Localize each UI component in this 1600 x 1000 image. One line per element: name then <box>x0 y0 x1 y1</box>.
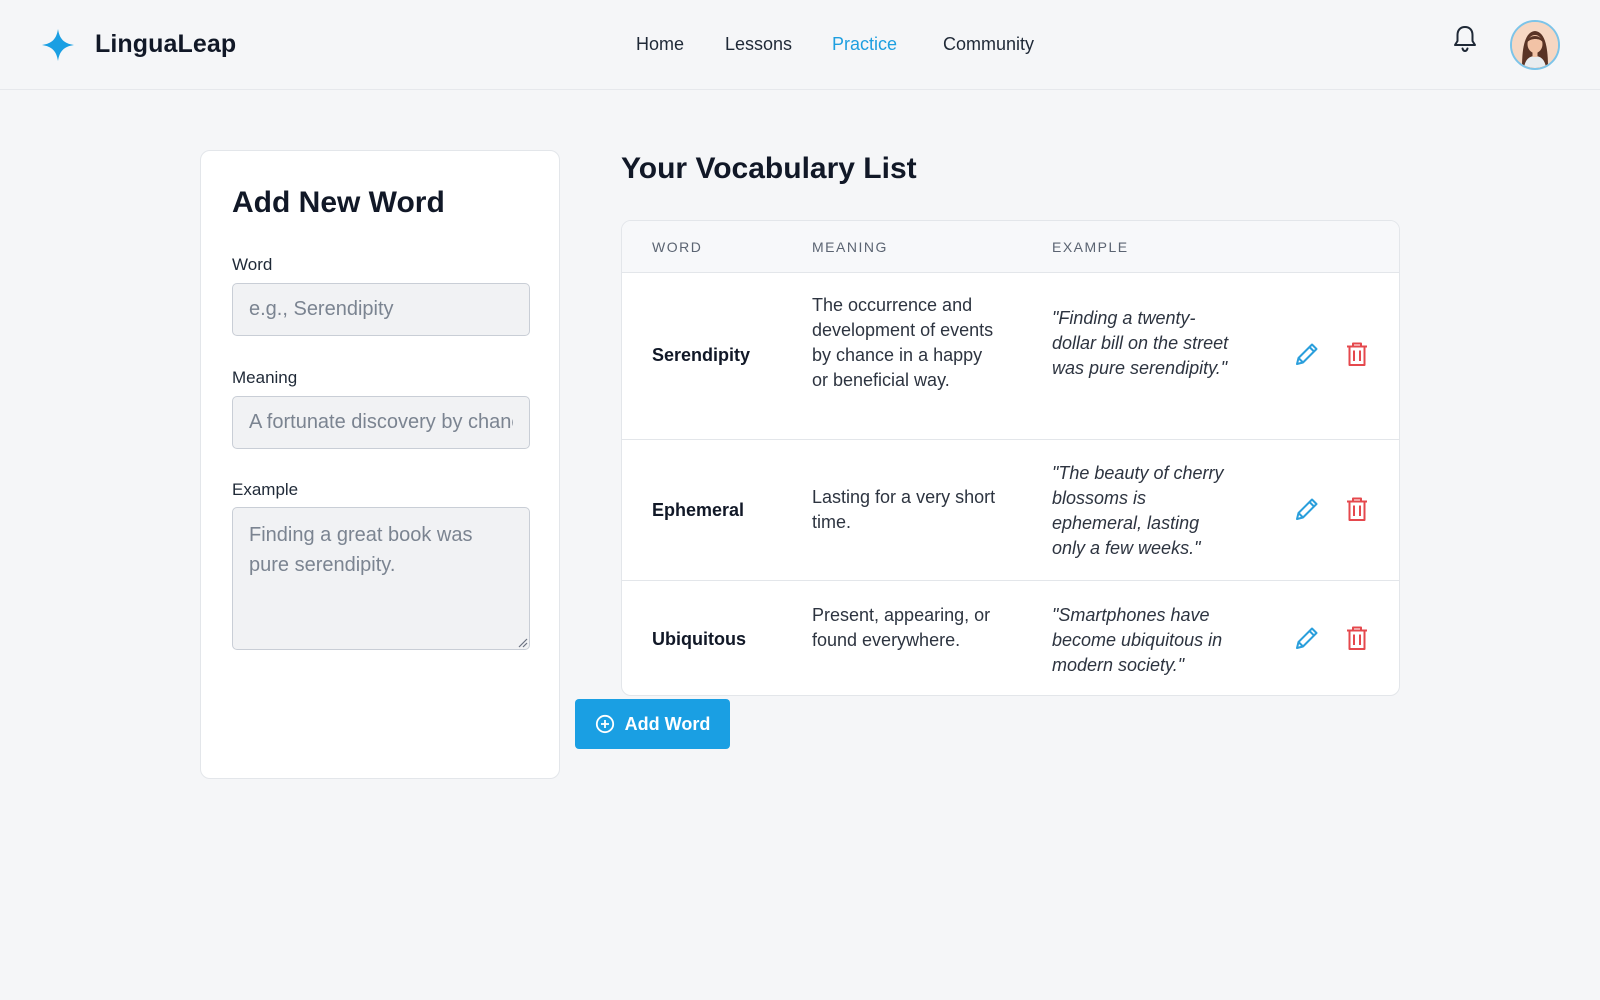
main-nav: Home Lessons Practice Community <box>0 34 1600 58</box>
pencil-icon[interactable] <box>1293 495 1321 523</box>
add-word-title: Add New Word <box>232 186 445 219</box>
vocab-table: WORD MEANING EXAMPLE Serendipity The occ… <box>621 220 1400 696</box>
add-word-button[interactable]: Add Word <box>575 699 730 749</box>
example-label: Example <box>232 480 299 499</box>
pencil-icon[interactable] <box>1293 624 1321 652</box>
table-row: Serendipity The occurrence and developme… <box>622 273 1399 440</box>
pencil-icon[interactable] <box>1293 340 1321 368</box>
column-header-word: WORD <box>652 239 703 255</box>
row-example: "Finding a twenty-dollar bill on the str… <box>1052 308 1229 378</box>
table-row: Ubiquitous Present, appearing, or found … <box>622 581 1399 695</box>
table-row: Ephemeral Lasting for a very short time.… <box>622 440 1399 581</box>
nav-practice[interactable]: Practice <box>832 34 897 55</box>
column-header-meaning: MEANING <box>812 239 888 255</box>
plus-circle-icon <box>595 714 614 734</box>
add-word-button-label: Add Word <box>624 713 711 734</box>
row-meaning: The occurrence and development of events… <box>812 295 994 390</box>
add-word-card: Add New Word Word Meaning Example Add Wo… <box>200 150 730 779</box>
row-meaning: Lasting for a very short time. <box>812 487 996 532</box>
row-example: "The beauty of cherry blossoms is epheme… <box>1052 463 1224 558</box>
row-word: Ubiquitous <box>652 629 746 649</box>
meaning-label: Meaning <box>232 368 298 387</box>
row-example: "Smartphones have become ubiquitous in m… <box>1052 605 1223 675</box>
row-word: Ephemeral <box>652 500 745 520</box>
column-header-example: EXAMPLE <box>1052 239 1129 255</box>
vocab-list-title: Your Vocabulary List <box>621 152 917 185</box>
nav-home[interactable]: Home <box>636 34 684 55</box>
table-header: WORD MEANING EXAMPLE <box>622 221 1399 273</box>
trash-icon[interactable] <box>1343 495 1371 523</box>
user-avatar[interactable] <box>1510 20 1560 70</box>
row-word: Serendipity <box>652 345 751 365</box>
resize-grip-icon[interactable] <box>518 638 528 648</box>
nav-community[interactable]: Community <box>943 34 1034 55</box>
avatar-portrait-icon <box>1512 22 1558 68</box>
bell-icon[interactable] <box>1452 24 1478 54</box>
trash-icon[interactable] <box>1343 624 1371 652</box>
top-navbar: LinguaLeap Home Lessons Practice Communi… <box>0 0 1600 90</box>
row-meaning: Present, appearing, or found everywhere. <box>812 605 991 650</box>
nav-lessons[interactable]: Lessons <box>725 34 792 55</box>
trash-icon[interactable] <box>1343 340 1371 368</box>
word-label: Word <box>232 255 273 274</box>
example-textarea[interactable] <box>232 507 530 650</box>
word-input[interactable] <box>232 283 530 336</box>
meaning-input[interactable] <box>232 396 530 449</box>
